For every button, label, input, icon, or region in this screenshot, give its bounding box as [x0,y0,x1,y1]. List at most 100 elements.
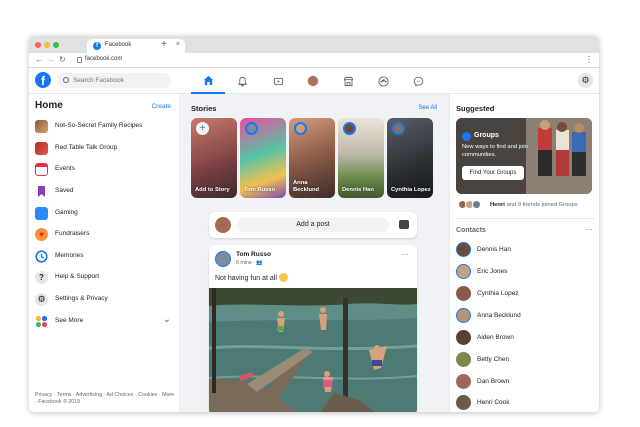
groups-card-title: Groups [474,132,499,139]
bookmark-icon [38,186,45,197]
contact-item[interactable]: Dan Brown [456,373,592,391]
friends-audience-icon: 👥 [256,260,263,266]
marketplace-tab[interactable] [331,68,365,94]
reload-icon[interactable]: ↻ [59,55,66,64]
contact-item[interactable]: Eric Jones [456,263,592,281]
chevron-down-icon: ⌄ [162,314,171,325]
story-name: Add to Story [195,187,230,193]
bell-icon [237,76,247,87]
avatar [472,200,481,209]
facebook-header: f ⚙ [29,68,599,94]
post-author[interactable]: Tom Russo [236,251,271,258]
search-icon [63,77,69,83]
contact-name: Eric Jones [477,268,508,275]
sidebar-item-saved[interactable]: Saved [35,183,171,201]
post-photo[interactable] [209,288,417,412]
contact-item[interactable]: Anna Becklund [456,307,592,325]
contact-item[interactable]: Aiden Brown [456,329,592,347]
sidebar-title: Home [35,100,63,111]
story-card[interactable]: Tom Russo [240,118,286,198]
group-photo-icon [35,120,48,133]
avatar [456,286,471,301]
post-text-content: Not having fun at all [215,275,277,282]
story-avatar [294,122,307,135]
avatar [456,242,471,257]
close-window-button[interactable] [35,42,41,48]
contact-item[interactable]: Cynthia Lopez [456,285,592,303]
groups-icon [377,75,389,87]
browser-window: f Facebook × + ← → ↻ facebook.com ⋮ f Se… [29,36,599,412]
settings-button[interactable]: ⚙ [578,73,593,88]
post-options-icon[interactable]: ··· [401,250,409,259]
sidebar-item-gaming[interactable]: Gaming [35,205,171,223]
facebook-logo-icon[interactable]: f [35,72,51,88]
tab-close-icon[interactable]: × [176,41,180,48]
story-card[interactable]: Cynthia Lopez [387,118,433,198]
story-card[interactable]: Anna Becklund [289,118,335,198]
right-sidebar: Suggested Groups New ways to find and jo… [449,94,599,412]
sidebar-item-label: Gaming [55,209,78,216]
groups-tab[interactable] [366,68,400,94]
profile-tab[interactable] [296,68,330,94]
photo-icon[interactable] [399,220,409,229]
sidebar-item-memories[interactable]: Memories [35,248,171,266]
url-field[interactable]: facebook.com [85,56,122,62]
watch-tab[interactable] [261,68,295,94]
sidebar-item-events[interactable]: Events [35,161,171,179]
divider [456,218,594,219]
new-tab-button[interactable]: + [161,39,167,50]
groups-suggestion-card[interactable]: Groups New ways to find and join communi… [456,118,592,194]
joined-rest: and 9 friends joined Groups [504,202,578,208]
sidebar-item-see-more[interactable]: See More ⌄ [35,313,171,331]
tab-title: Facebook [105,42,132,48]
contact-item[interactable]: Dennis Han [456,241,592,259]
gear-icon: ⚙ [35,293,48,306]
add-post-button[interactable]: Add a post [237,218,389,232]
story-avatar [343,122,356,135]
contact-item[interactable]: Henri Cook [456,394,592,412]
contact-item[interactable]: Betty Chen [456,351,592,369]
notifications-tab[interactable] [225,68,259,94]
create-link[interactable]: Create [151,103,171,110]
contact-name: Aiden Brown [477,334,514,341]
avatar [215,217,231,233]
sidebar-item-red-table-talk[interactable]: Red Table Talk Group [35,140,171,158]
lock-icon [77,57,82,63]
messenger-icon [413,76,423,87]
story-card[interactable]: Dennis Han [338,118,384,198]
question-icon: ? [35,271,48,284]
search-input[interactable] [73,75,167,86]
browser-tab[interactable]: f Facebook × [87,39,185,53]
forward-icon[interactable]: → [47,55,55,64]
sidebar-item-help-support[interactable]: ? Help & Support [35,269,171,287]
contact-name: Dan Brown [477,378,510,385]
watch-icon [273,77,283,85]
contact-name: Cynthia Lopez [477,290,519,297]
heart-icon: ♥ [35,228,48,241]
browser-menu-icon[interactable]: ⋮ [585,55,593,64]
story-name: Cynthia Lopez [391,187,431,193]
minimize-window-button[interactable] [44,42,50,48]
friends-joined-groups[interactable]: Henri and 9 friends joined Groups [456,197,592,213]
joined-name: Henri [490,202,505,208]
search-box[interactable] [57,73,171,88]
sidebar-item-family-recipes[interactable]: Not-So-Secret Family Recipes [35,118,171,136]
home-tab[interactable] [191,68,225,94]
sidebar-item-fundraisers[interactable]: ♥ Fundraisers [35,226,171,244]
story-name: Dennis Han [342,187,374,193]
contacts-options-icon[interactable]: ··· [585,225,593,234]
back-icon[interactable]: ← [35,55,43,64]
story-card-add[interactable]: + Add to Story [191,118,237,198]
see-all-stories-link[interactable]: See All [418,105,437,111]
find-your-groups-button[interactable]: Find Your Groups [462,166,524,180]
laughing-emoji-icon [278,273,288,282]
avatar[interactable] [215,251,231,267]
maximize-window-button[interactable] [53,42,59,48]
browser-tab-bar: f Facebook × + [29,36,599,53]
sidebar-item-label: Not-So-Secret Family Recipes [55,122,143,129]
post-time-text: 6 mins [236,260,252,266]
footer-links[interactable]: Privacy · Terms · Advertising · Ad Choic… [35,392,175,406]
messenger-tab[interactable] [401,68,435,94]
sidebar-item-settings-privacy[interactable]: ⚙ Settings & Privacy [35,291,171,309]
news-feed: Stories See All + Add to Story Tom Russo… [179,94,449,412]
